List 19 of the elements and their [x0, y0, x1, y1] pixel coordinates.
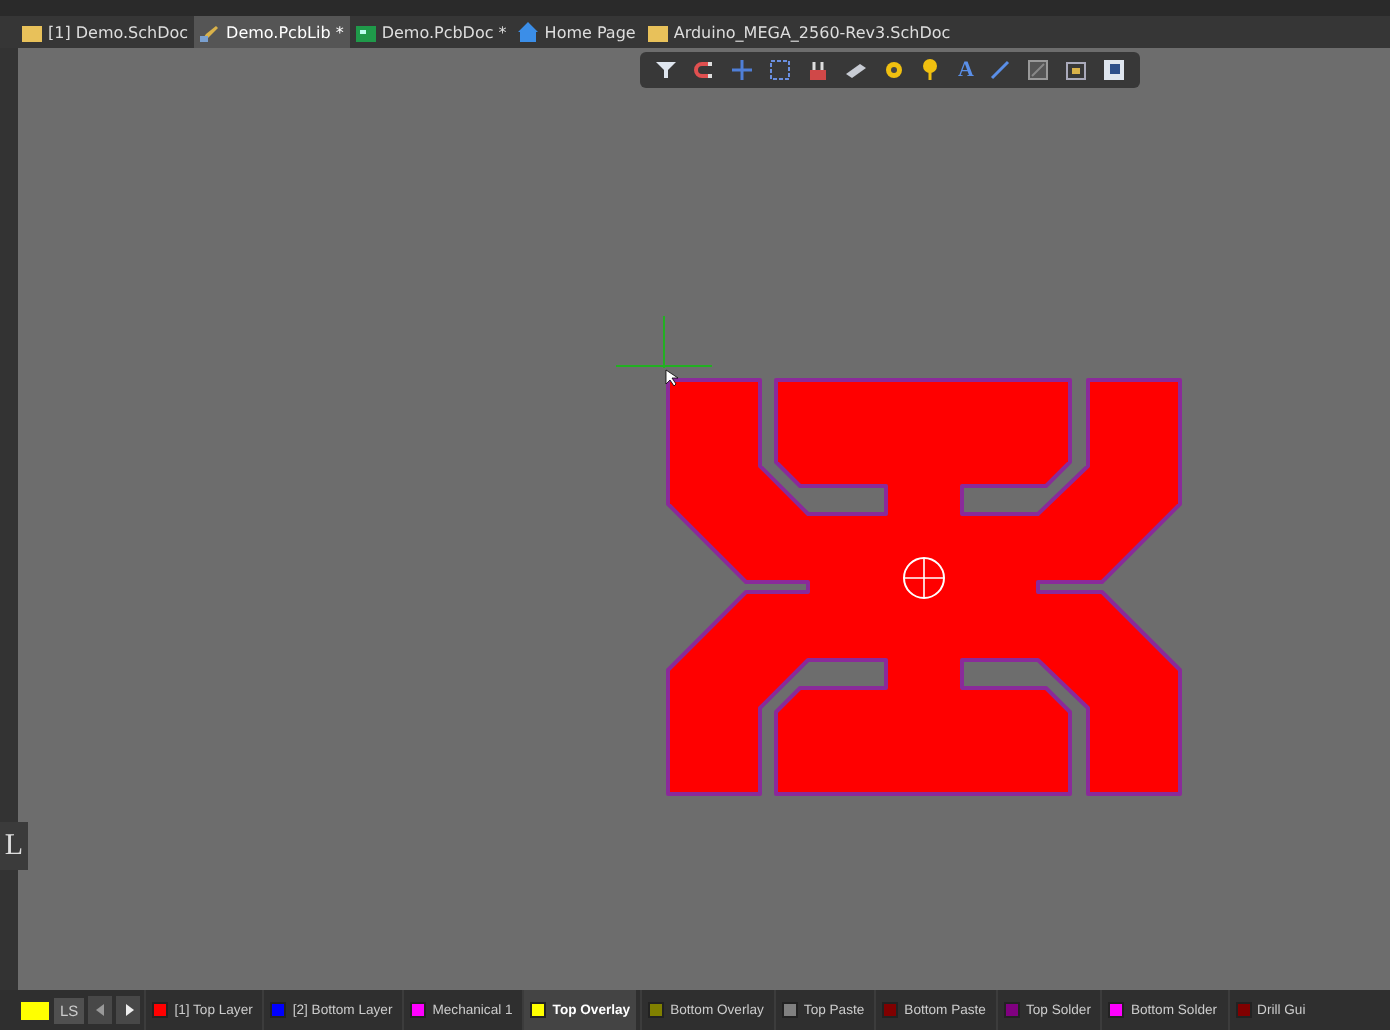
document-tab[interactable]: Demo.PcbLib * [194, 16, 350, 48]
crosshair-cursor [615, 315, 713, 387]
document-tab[interactable]: Demo.PcbDoc * [349, 16, 513, 48]
folder-icon [647, 23, 668, 41]
origin-marker-icon [903, 557, 945, 599]
document-tab[interactable]: Home Page [512, 16, 642, 48]
right-triangle-icon [123, 1004, 134, 1016]
right-arrow-button[interactable] [116, 996, 141, 1024]
left-arrow-button[interactable] [88, 996, 113, 1024]
left-triangle-icon [95, 1004, 106, 1016]
side-button[interactable]: L [0, 822, 28, 870]
document-tab[interactable]: [1] Demo.SchDoc [16, 16, 195, 48]
dashed-square-icon[interactable] [764, 56, 796, 84]
home-icon [518, 22, 539, 42]
folder-icon [22, 23, 42, 41]
text-tool[interactable]: A [954, 58, 978, 82]
board-icon [355, 23, 376, 41]
document-tab[interactable]: Arduino_MEGA_2560-Rev3.SchDoc [641, 16, 957, 48]
pencil-icon [200, 23, 221, 41]
